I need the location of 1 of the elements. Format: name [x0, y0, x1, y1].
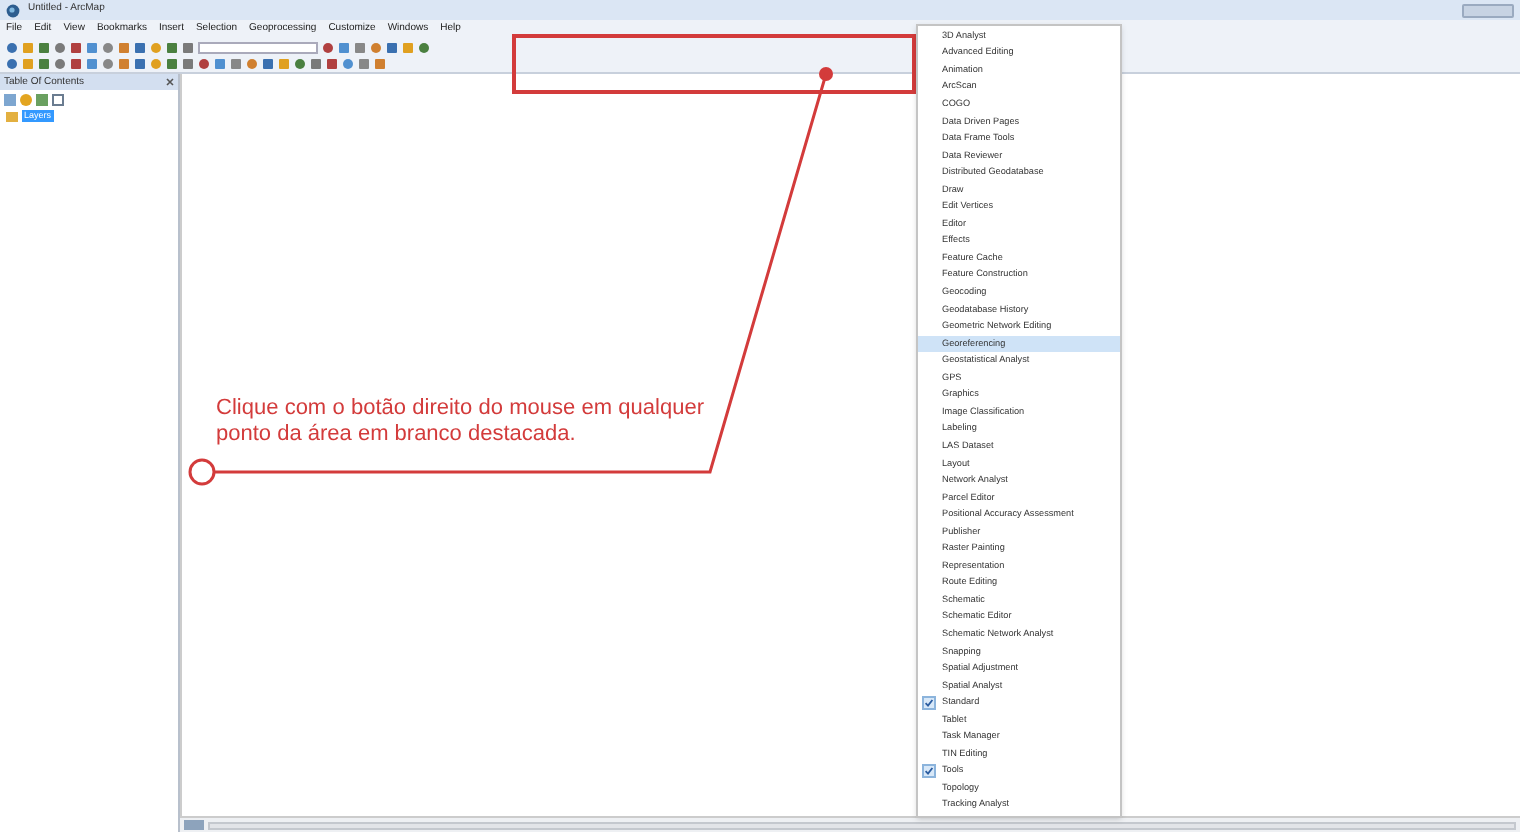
annotation-text: Clique com o botão direito do mouse em qualquer ponto da área em branco destacada.	[216, 396, 704, 448]
